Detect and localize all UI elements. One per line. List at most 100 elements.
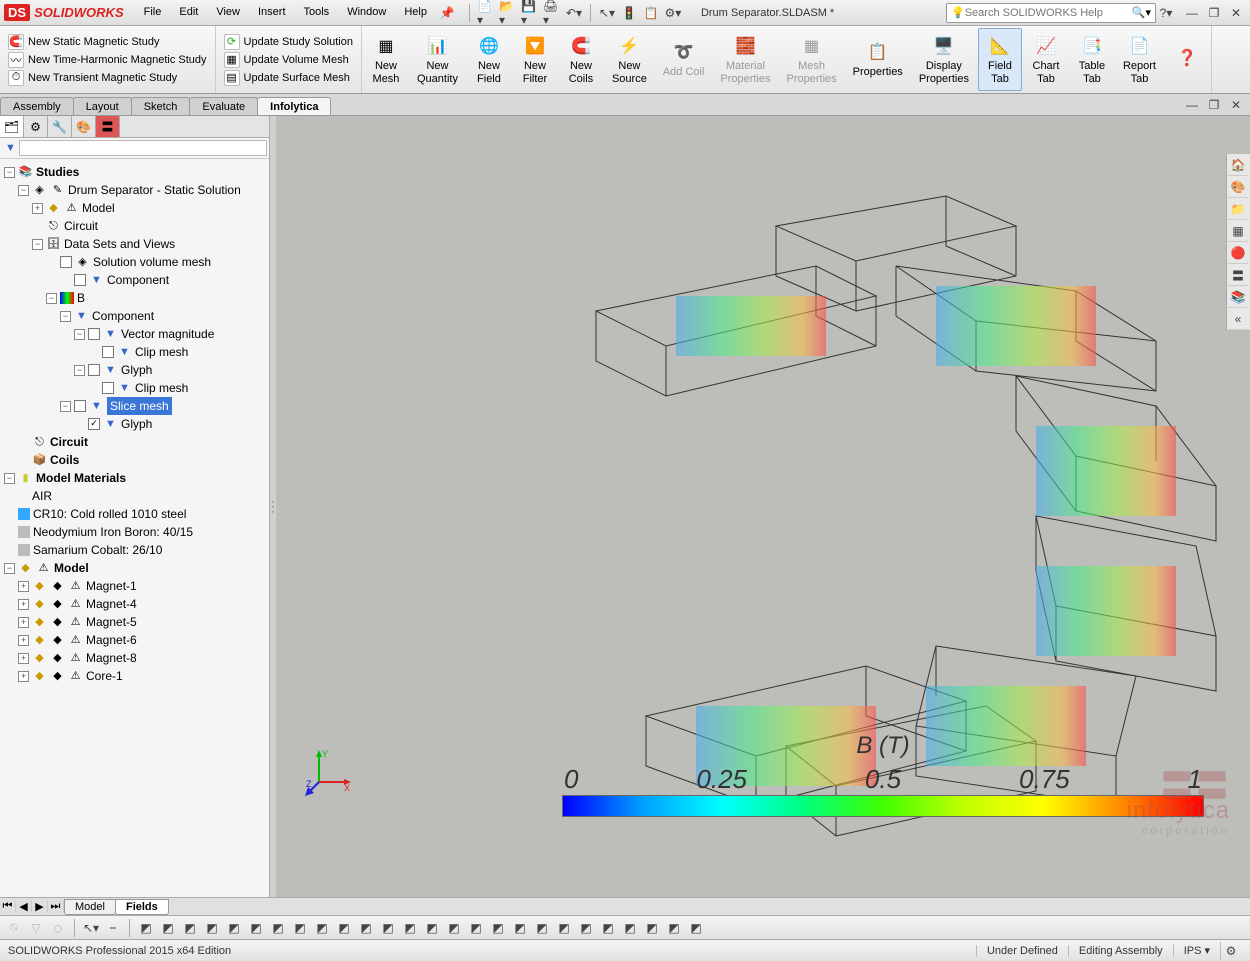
tool-icon[interactable]: ◩ — [510, 918, 530, 938]
new-harmonic-study-btn[interactable]: 〰New Time-Harmonic Magnetic Study — [8, 52, 207, 68]
search-icon[interactable]: 🔍▾ — [1132, 6, 1151, 19]
bottom-tab-fields[interactable]: Fields — [115, 899, 169, 915]
rebuild-icon[interactable]: 🚦 — [619, 3, 639, 23]
ribbon-new-field-button[interactable]: 🌐New Field — [467, 28, 511, 91]
tab-layout[interactable]: Layout — [73, 97, 132, 115]
doc-close-icon[interactable]: ✕ — [1226, 95, 1246, 115]
pin-icon[interactable]: 📌 — [437, 3, 457, 23]
tree-coils[interactable]: 📦Coils — [4, 451, 265, 469]
new-doc-icon[interactable]: 📄▾ — [476, 3, 496, 23]
ribbon-table-tab-button[interactable]: 📑Table Tab — [1070, 28, 1114, 91]
tree-mat-sam[interactable]: Samarium Cobalt: 26/10 — [4, 541, 265, 559]
help-search-input[interactable] — [965, 7, 1132, 19]
tool-icon[interactable]: ◩ — [642, 918, 662, 938]
ribbon-help-button[interactable]: ❓ — [1165, 28, 1209, 91]
tree-solution-mesh[interactable]: ◈Solution volume mesh — [4, 253, 265, 271]
tree-magnet-1[interactable]: +◆◆⚠Magnet-1 — [4, 577, 265, 595]
tab-infolytica[interactable]: Infolytica — [257, 97, 331, 115]
expand-icon[interactable]: « — [1227, 308, 1249, 330]
tree-glyph-1[interactable]: −▼Glyph — [4, 361, 265, 379]
grid-icon[interactable]: ▦ — [1227, 220, 1249, 242]
restore-icon[interactable]: ❐ — [1204, 3, 1224, 23]
ribbon-new-source-button[interactable]: ⚡New Source — [605, 28, 654, 91]
tree-slice-mesh[interactable]: −▼Slice mesh — [4, 397, 265, 415]
tool-icon[interactable]: ◩ — [466, 918, 486, 938]
tree-magnet-6[interactable]: +◆◆⚠Magnet-6 — [4, 631, 265, 649]
tool-icon[interactable]: ◩ — [488, 918, 508, 938]
tool-icon[interactable]: ◩ — [620, 918, 640, 938]
sheet-nav[interactable]: ⏮◀▶⏭ — [0, 900, 65, 913]
bottom-tab-model[interactable]: Model — [64, 899, 116, 915]
tool-icon[interactable]: ◩ — [136, 918, 156, 938]
options-icon[interactable]: 📋 — [641, 3, 661, 23]
tree-component-1[interactable]: ▼Component — [4, 271, 265, 289]
tree-b-field[interactable]: −B — [4, 289, 265, 307]
tool-icon[interactable]: ◩ — [158, 918, 178, 938]
tool-icon[interactable]: ◩ — [686, 918, 706, 938]
close-icon[interactable]: ✕ — [1226, 3, 1246, 23]
sphere-icon[interactable]: 🔴 — [1227, 242, 1249, 264]
tool-icon[interactable]: ◩ — [224, 918, 244, 938]
tree-component-2[interactable]: −▼Component — [4, 307, 265, 325]
tree-circuit-2[interactable]: ⎋Circuit — [4, 433, 265, 451]
property-tab[interactable]: ⚙ — [24, 116, 48, 137]
select-icon[interactable]: ↖▾ — [597, 3, 617, 23]
filter-off-icon[interactable]: ⍉ — [4, 918, 24, 938]
appearance-tab[interactable]: 🎨 — [72, 116, 96, 137]
tool-icon[interactable]: ◩ — [444, 918, 464, 938]
menu-window[interactable]: Window — [339, 3, 394, 23]
tool-icon[interactable]: ◩ — [290, 918, 310, 938]
ribbon-new-coils-button[interactable]: 🧲New Coils — [559, 28, 603, 91]
home-view-icon[interactable]: 🏠 — [1227, 154, 1249, 176]
help-search[interactable]: 💡 🔍▾ — [946, 3, 1156, 23]
ribbon-new-filter-button[interactable]: 🔽New Filter — [513, 28, 557, 91]
tree-datasets[interactable]: −🗄Data Sets and Views — [4, 235, 265, 253]
tool-icon[interactable]: ◩ — [554, 918, 574, 938]
update-surface-mesh-btn[interactable]: ▤Update Surface Mesh — [224, 70, 353, 86]
ribbon-chart-tab-button[interactable]: 📈Chart Tab — [1024, 28, 1068, 91]
graphics-viewport[interactable]: YXZ B (T) 00.250.50.751 〓〓 infolytica co… — [276, 116, 1250, 897]
tree-vector-magnitude[interactable]: −▼Vector magnitude — [4, 325, 265, 343]
ribbon-field-tab-button[interactable]: 📐Field Tab — [978, 28, 1022, 91]
menu-help[interactable]: Help — [396, 3, 435, 23]
slash-icon[interactable]: 〓 — [1227, 264, 1249, 286]
tree-magnet-4[interactable]: +◆◆⚠Magnet-4 — [4, 595, 265, 613]
tab-sketch[interactable]: Sketch — [131, 97, 191, 115]
open-icon[interactable]: 📂▾ — [498, 3, 518, 23]
menu-file[interactable]: File — [136, 3, 170, 23]
tree-study[interactable]: −◈✎Drum Separator - Static Solution — [4, 181, 265, 199]
tree-mat-steel[interactable]: CR10: Cold rolled 1010 steel — [4, 505, 265, 523]
tool-icon[interactable]: ◩ — [180, 918, 200, 938]
menu-edit[interactable]: Edit — [171, 3, 206, 23]
filter2-icon[interactable]: ◇ — [48, 918, 68, 938]
tool-icon[interactable]: ◩ — [334, 918, 354, 938]
layers-icon[interactable]: 📚 — [1227, 286, 1249, 308]
tool-icon[interactable]: ◩ — [246, 918, 266, 938]
print-icon[interactable]: 🖨▾ — [542, 3, 562, 23]
cursor-icon[interactable]: ↖▾ — [81, 918, 101, 938]
tool-icon[interactable]: ◩ — [378, 918, 398, 938]
ribbon-properties-button[interactable]: 📋Properties — [846, 28, 910, 91]
tree-clip-mesh-2[interactable]: ▼Clip mesh — [4, 379, 265, 397]
tool-icon[interactable]: ◩ — [532, 918, 552, 938]
tree-model[interactable]: +◆⚠Model — [4, 199, 265, 217]
tool-icon[interactable]: ◩ — [664, 918, 684, 938]
tree-circuit[interactable]: ⎋Circuit — [4, 217, 265, 235]
tool-icon[interactable]: ◩ — [312, 918, 332, 938]
tree-model-2[interactable]: −◆⚠Model — [4, 559, 265, 577]
ribbon-display-properties-button[interactable]: 🖥️Display Properties — [912, 28, 976, 91]
color-icon[interactable]: 🎨 — [1227, 176, 1249, 198]
snap-icon[interactable]: ⎯ — [103, 918, 123, 938]
view-triad[interactable]: YXZ — [304, 747, 354, 797]
tree-core-1[interactable]: +◆◆⚠Core-1 — [4, 667, 265, 685]
menu-insert[interactable]: Insert — [250, 3, 294, 23]
tree-materials[interactable]: −▮Model Materials — [4, 469, 265, 487]
undo-icon[interactable]: ↶▾ — [564, 3, 584, 23]
tree-clip-mesh-1[interactable]: ▼Clip mesh — [4, 343, 265, 361]
menu-view[interactable]: View — [208, 3, 248, 23]
save-icon[interactable]: 💾▾ — [520, 3, 540, 23]
tab-evaluate[interactable]: Evaluate — [189, 97, 258, 115]
update-solution-btn[interactable]: ⟳Update Study Solution — [224, 34, 353, 50]
tab-assembly[interactable]: Assembly — [0, 97, 74, 115]
doc-minimize-icon[interactable]: — — [1182, 95, 1202, 115]
